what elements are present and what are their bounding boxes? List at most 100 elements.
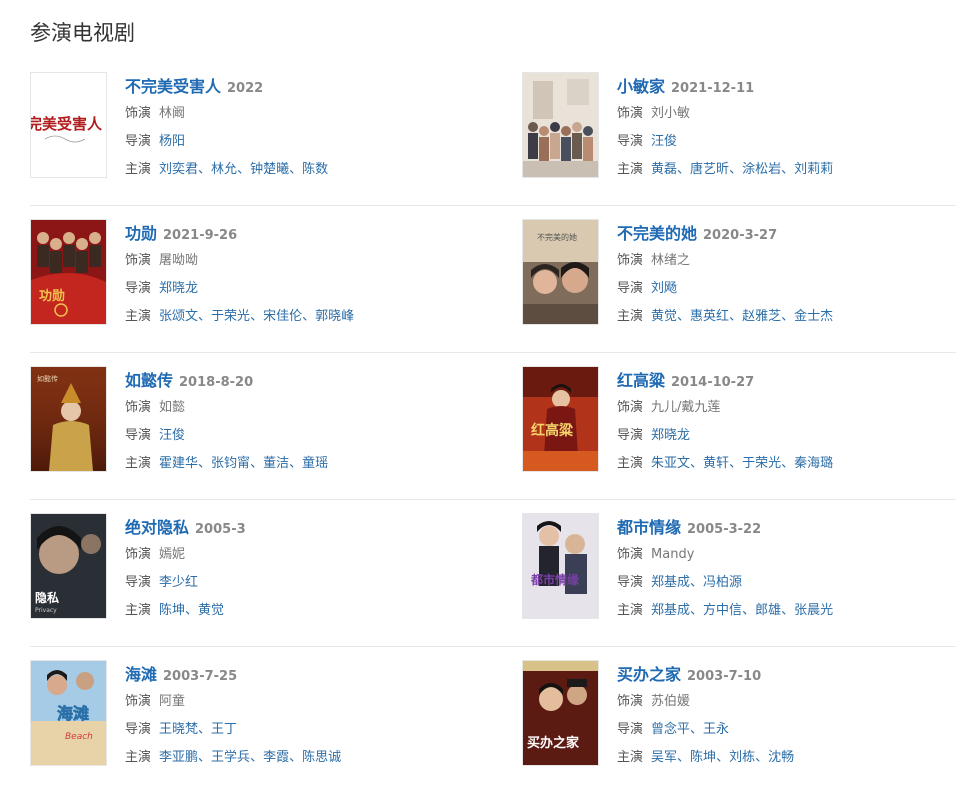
cast-line: 主演 刘奕君、林允、钟楚曦、陈数 [125,156,455,184]
role-name: 刘小敏 [651,106,691,121]
person-link[interactable]: 张颂文 [159,309,198,324]
person-link[interactable]: 冯柏源 [703,575,742,590]
drama-poster-image[interactable]: 买办之家 [522,660,599,766]
person-link[interactable]: 郑基成 [651,603,690,618]
person-link[interactable]: 林允 [211,162,237,177]
person-link[interactable]: 王晓梵 [159,722,198,737]
person-link[interactable]: 李霞 [263,750,289,765]
cast-label: 主演 [617,456,644,471]
person-link[interactable]: 刘奕君 [159,162,198,177]
person-link[interactable]: 陈坤 [159,603,185,618]
drama-poster-image[interactable]: 完美受害人 [30,72,107,178]
person-link[interactable]: 刘飏 [651,281,677,296]
drama-title-line: 如懿传 2018-8-20 [125,368,455,394]
person-link[interactable]: 王学兵 [211,750,250,765]
name-separator: 、 [716,750,730,765]
drama-release-date: 2021-12-11 [671,81,755,96]
drama-title-link[interactable]: 都市情缘 [617,518,681,537]
person-link[interactable]: 李少红 [159,575,198,590]
drama-poster-image[interactable]: 不完美的她 [522,219,599,325]
person-link[interactable]: 黄轩 [703,456,729,471]
person-link[interactable]: 刘栋 [729,750,755,765]
drama-info: 不完美受害人 2022 饰演 林阚 导演 杨阳 主演 刘奕君、林允、钟楚曦、陈数 [125,74,455,184]
person-link[interactable]: 唐艺昕 [690,162,729,177]
person-link[interactable]: 杨阳 [159,134,185,149]
person-link[interactable]: 张钧甯 [211,456,250,471]
drama-poster-image[interactable]: 红高粱 [522,366,599,472]
person-link[interactable]: 金士杰 [794,309,833,324]
person-link[interactable]: 汪俊 [159,428,185,443]
person-link[interactable]: 惠英红 [690,309,729,324]
drama-poster-image[interactable]: 隐私 Privacy [30,513,107,619]
drama-poster-image[interactable]: 功勋 [30,219,107,325]
person-link[interactable]: 沈畅 [768,750,794,765]
role-name: 苏伯媛 [651,694,691,709]
person-link[interactable]: 于荣光 [742,456,781,471]
svg-text:Beach: Beach [65,732,93,742]
role-line: 饰演 林绪之 [617,247,947,275]
person-link[interactable]: 王永 [703,722,729,737]
drama-release-date: 2021-9-26 [163,228,238,243]
drama-title-link[interactable]: 不完美受害人 [125,77,221,96]
person-link[interactable]: 郑晓龙 [159,281,198,296]
drama-poster-image[interactable]: 如懿传 [30,366,107,472]
director-line: 导演 曾念平、王永 [617,716,947,744]
drama-title-link[interactable]: 买办之家 [617,665,681,684]
drama-title-link[interactable]: 海滩 [125,665,157,684]
person-link[interactable]: 董洁 [263,456,289,471]
drama-poster-image[interactable]: 都市情缘 [522,513,599,619]
person-link[interactable]: 朱亚文 [651,456,690,471]
person-link[interactable]: 陈坤 [690,750,716,765]
role-name: 屠呦呦 [159,253,199,268]
drama-title-link[interactable]: 不完美的她 [617,224,697,243]
drama-title-link[interactable]: 功勋 [125,224,157,243]
svg-text:红高粱: 红高粱 [531,422,574,439]
person-link[interactable]: 汪俊 [651,134,677,149]
drama-title-link[interactable]: 红高粱 [617,371,665,390]
drama-title-link[interactable]: 小敏家 [617,77,665,96]
person-link[interactable]: 宋佳伦 [263,309,302,324]
person-link[interactable]: 李亚鹏 [159,750,198,765]
name-separator: 、 [781,309,795,324]
drama-title-line: 买办之家 2003-7-10 [617,662,947,688]
person-link[interactable]: 陈思诚 [302,750,341,765]
name-separator: 、 [729,309,743,324]
name-separator: 、 [250,750,264,765]
role-name: Mandy [651,547,695,562]
name-separator: 、 [198,722,212,737]
person-link[interactable]: 张晨光 [794,603,833,618]
person-link[interactable]: 曾念平 [651,722,690,737]
person-link[interactable]: 秦海璐 [794,456,833,471]
person-link[interactable]: 方中信 [703,603,742,618]
director-line: 导演 汪俊 [617,128,947,156]
role-label: 饰演 [125,106,152,121]
person-link[interactable]: 涂松岩 [742,162,781,177]
person-link[interactable]: 霍建华 [159,456,198,471]
role-label: 饰演 [617,400,644,415]
drama-poster-image[interactable]: 海滩 Beach [30,660,107,766]
person-link[interactable]: 于荣光 [211,309,250,324]
person-link[interactable]: 郭晓峰 [315,309,354,324]
drama-info: 如懿传 2018-8-20 饰演 如懿 导演 汪俊 主演 霍建华、张钧甯、董洁、童瑶 [125,368,455,478]
person-link[interactable]: 童瑶 [302,456,328,471]
person-link[interactable]: 郑基成 [651,575,690,590]
cast-label: 主演 [617,162,644,177]
drama-info: 小敏家 2021-12-11 饰演 刘小敏 导演 汪俊 主演 黄磊、唐艺昕、涂松岩、刘莉莉 [617,74,947,184]
person-link[interactable]: 郑晓龙 [651,428,690,443]
person-link[interactable]: 郎雄 [755,603,781,618]
drama-title-link[interactable]: 绝对隐私 [125,518,189,537]
name-separator: 、 [781,603,795,618]
person-link[interactable]: 王丁 [211,722,237,737]
drama-title-line: 不完美受害人 2022 [125,74,455,100]
drama-poster-image[interactable] [522,72,599,178]
person-link[interactable]: 黄觉 [198,603,224,618]
person-link[interactable]: 陈数 [302,162,328,177]
person-link[interactable]: 吴军 [651,750,677,765]
cast-label: 主演 [125,603,152,618]
person-link[interactable]: 赵雅芝 [742,309,781,324]
person-link[interactable]: 刘莉莉 [794,162,833,177]
drama-title-link[interactable]: 如懿传 [125,371,173,390]
person-link[interactable]: 黄觉 [651,309,677,324]
person-link[interactable]: 钟楚曦 [250,162,289,177]
person-link[interactable]: 黄磊 [651,162,677,177]
